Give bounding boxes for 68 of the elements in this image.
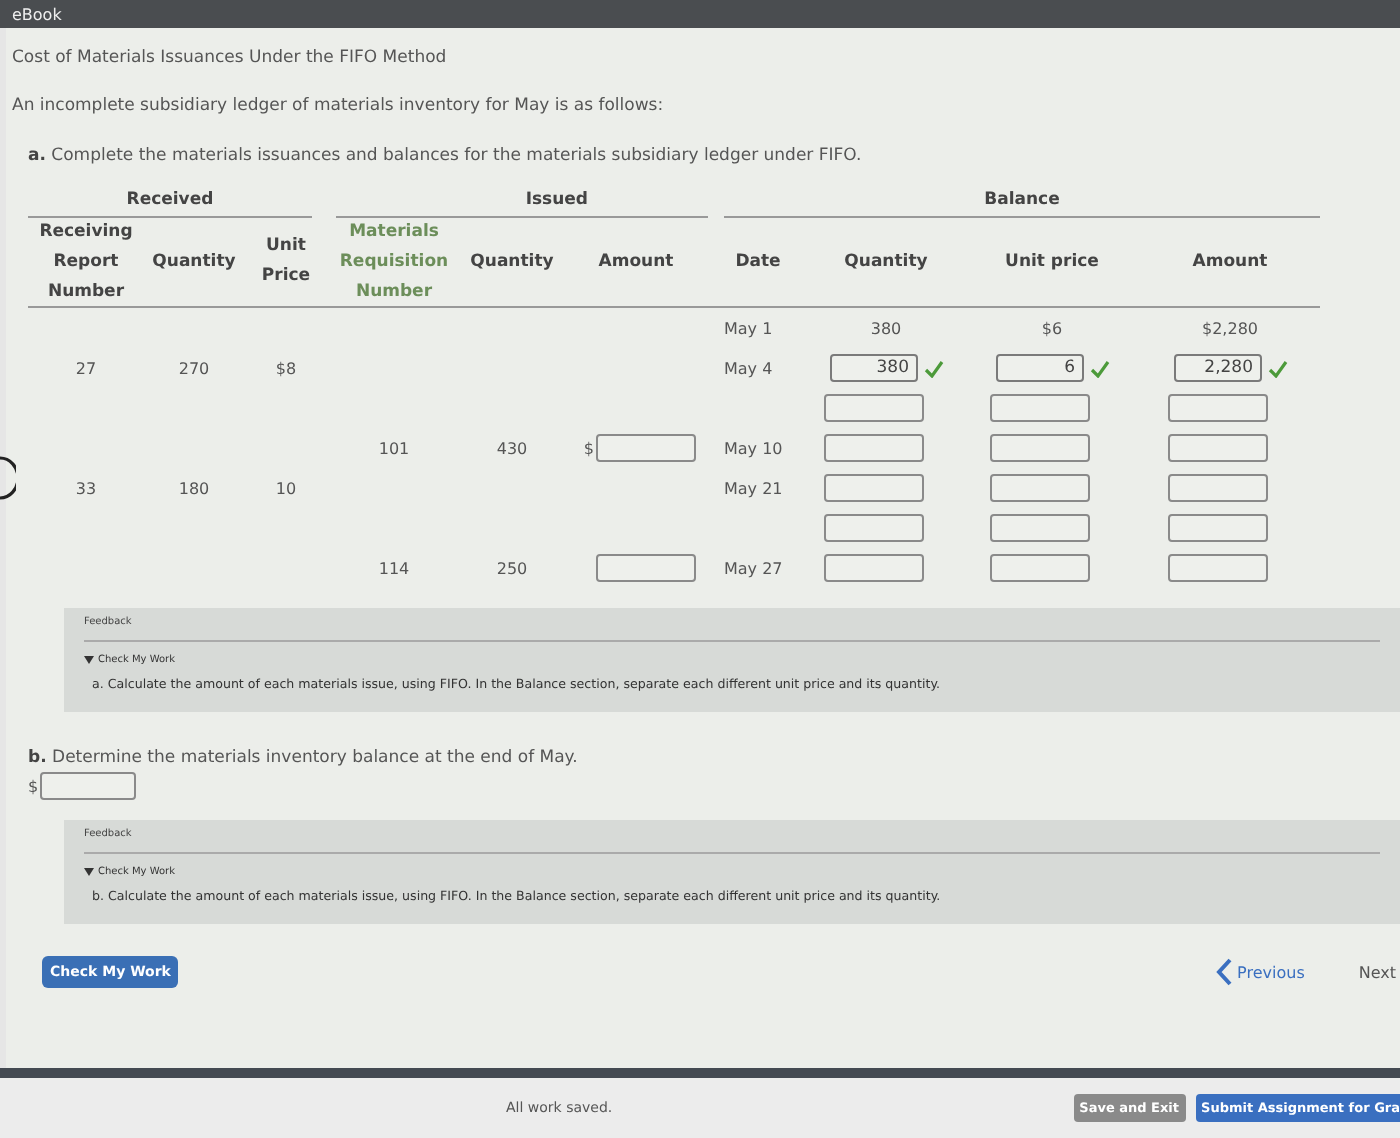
table-cell: 10 — [275, 479, 297, 497]
check-icon — [1089, 359, 1109, 377]
column-header: Unit Price — [244, 218, 328, 308]
chevron-left-icon[interactable] — [1215, 958, 1232, 986]
input-field[interactable] — [989, 394, 1089, 422]
table-cell: 430 — [496, 439, 528, 457]
column-header: Materials Requisition Number — [328, 218, 460, 308]
date-cell: May 1 — [724, 319, 773, 337]
question-prompt: b. Determine the materials inventory balance at the end of May. — [28, 748, 580, 768]
input-field[interactable]: 380 — [829, 354, 917, 382]
input-field[interactable] — [989, 474, 1089, 502]
table-cell: 33 — [75, 479, 97, 497]
date-cell: May 10 — [724, 439, 783, 457]
amount-field[interactable] — [596, 434, 696, 462]
table-cell: $6 — [1041, 319, 1063, 337]
input-field[interactable] — [1167, 514, 1267, 542]
column-header: Receiving Report Number — [28, 218, 144, 308]
input-field[interactable] — [823, 514, 923, 542]
input-field[interactable]: 6 — [995, 354, 1083, 382]
input-field[interactable] — [989, 434, 1089, 462]
currency-sign: $ — [583, 439, 594, 457]
table-cell: 250 — [496, 559, 528, 577]
triangle-icon[interactable] — [84, 656, 94, 664]
question-prompt: a. Complete the materials issuances and balances for the materials subsidiary ledger under FIFO. — [28, 146, 864, 166]
group-header: Received — [28, 190, 312, 218]
date-cell: May 4 — [724, 359, 773, 377]
intro-text: An incomplete subsidiary ledger of materials inventory for May is as follows: — [12, 96, 666, 116]
input-field[interactable] — [1167, 434, 1267, 462]
input-field[interactable] — [1167, 474, 1267, 502]
column-header: Amount — [1140, 218, 1320, 308]
input-field[interactable] — [823, 554, 923, 582]
check-icon — [923, 359, 943, 377]
balance-field[interactable] — [40, 772, 137, 800]
table-cell: 180 — [178, 479, 210, 497]
currency-sign: $ — [28, 777, 39, 795]
next-link[interactable]: Next — [1358, 963, 1396, 981]
table-cell: 380 — [870, 319, 902, 337]
side-handle-icon[interactable] — [0, 456, 16, 500]
column-header: Quantity — [144, 218, 244, 308]
column-header: Date — [708, 218, 808, 308]
input-field[interactable]: 2,280 — [1173, 354, 1261, 382]
column-header: Quantity — [460, 218, 564, 308]
page-title: Cost of Materials Issuances Under the FIFO Method — [12, 48, 449, 68]
amount-field[interactable] — [596, 554, 696, 582]
previous-link[interactable]: Previous — [1237, 963, 1305, 981]
column-header: Amount — [564, 218, 708, 308]
ebook-tab[interactable]: eBook — [12, 5, 62, 23]
triangle-icon[interactable] — [84, 868, 94, 876]
input-field[interactable] — [823, 434, 923, 462]
date-cell: May 27 — [724, 559, 783, 577]
input-field[interactable] — [823, 474, 923, 502]
table-cell: 114 — [378, 559, 410, 577]
input-field[interactable] — [1167, 394, 1267, 422]
group-header: Balance — [724, 190, 1320, 218]
table-cell: 270 — [178, 359, 210, 377]
table-cell: $2,280 — [1202, 319, 1258, 337]
column-header: Unit price — [964, 218, 1140, 308]
table-cell: 101 — [378, 439, 410, 457]
table-cell: 27 — [75, 359, 97, 377]
group-header: Issued — [336, 190, 708, 218]
input-field[interactable] — [1167, 554, 1267, 582]
date-cell: May 21 — [724, 479, 783, 497]
input-field[interactable] — [989, 514, 1089, 542]
column-header: Quantity — [808, 218, 964, 308]
table-cell: $8 — [275, 359, 297, 377]
input-field[interactable] — [823, 394, 923, 422]
check-icon — [1267, 359, 1287, 377]
input-field[interactable] — [989, 554, 1089, 582]
